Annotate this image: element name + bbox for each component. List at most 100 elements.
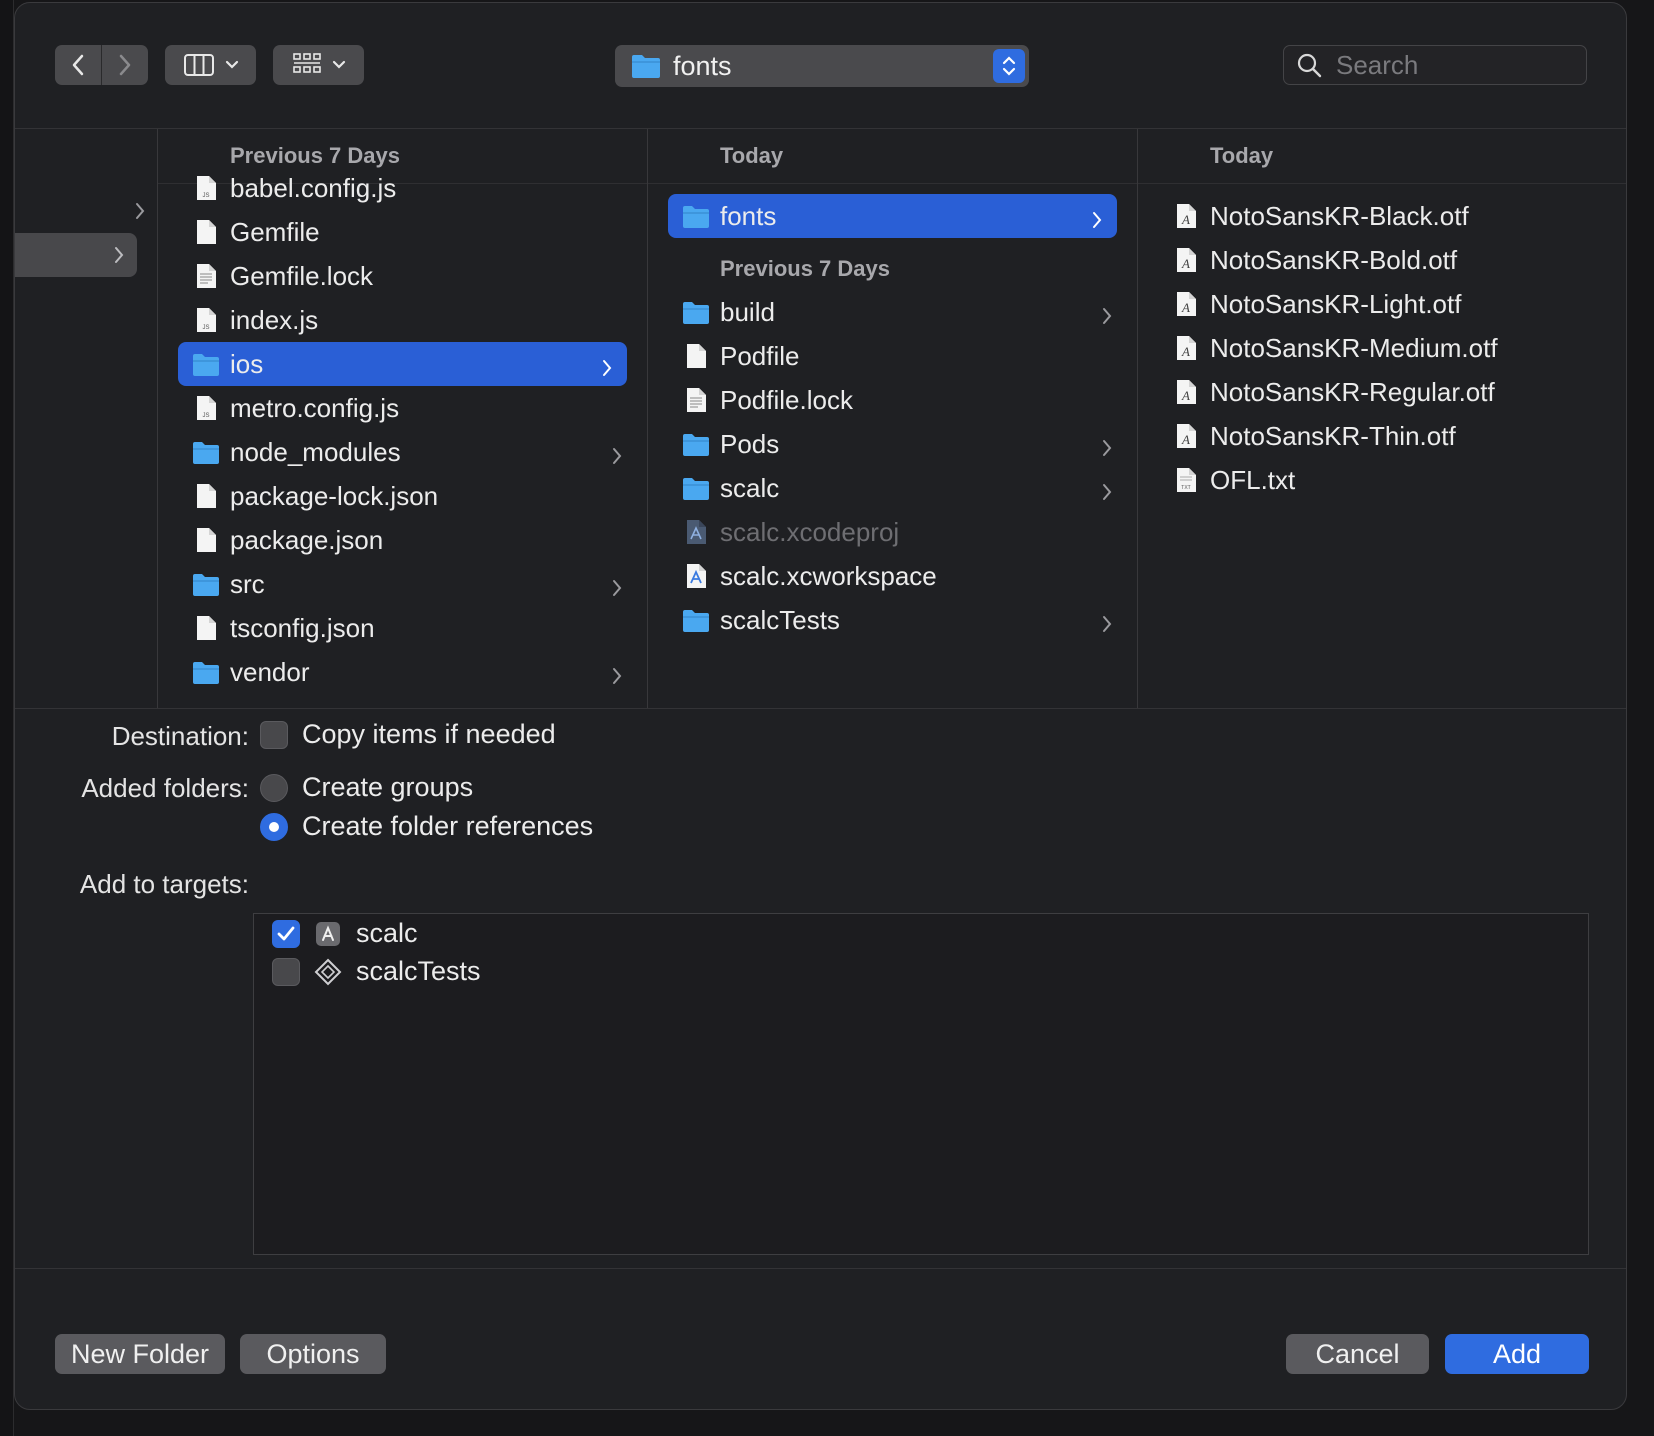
target-row-scalc[interactable]: scalc [272, 918, 418, 949]
new-folder-button[interactable]: New Folder [55, 1334, 225, 1374]
chevron-right-icon [115, 247, 124, 263]
file-icon [192, 218, 220, 246]
copy-items-checkbox[interactable] [260, 720, 288, 749]
column-header: Today [648, 129, 1137, 184]
file-row[interactable]: Gemfile [158, 210, 647, 254]
add-button[interactable]: Add [1445, 1334, 1589, 1374]
font-file-icon: A [1172, 334, 1200, 362]
folder-icon [192, 438, 220, 466]
sidebar-row-selected[interactable] [15, 233, 137, 277]
item-name: scalcTests [720, 604, 840, 635]
folder-icon [682, 298, 710, 326]
column-0 [15, 129, 158, 708]
create-folder-references-radio[interactable] [260, 812, 288, 841]
chevron-down-icon [225, 60, 238, 69]
file-row[interactable]: JS babel.config.js [158, 166, 647, 210]
grid-group-icon [292, 53, 321, 73]
folder-row[interactable]: src [158, 562, 647, 606]
target-scalc-checkbox[interactable] [272, 919, 300, 948]
file-row[interactable]: A NotoSansKR-Black.otf [1138, 194, 1626, 238]
column-browser: Previous 7 Days JS babel.config.js Gemfile… [15, 129, 1626, 709]
file-row[interactable]: A NotoSansKR-Light.otf [1138, 282, 1626, 326]
back-button[interactable] [55, 45, 101, 85]
folder-row[interactable]: ios [178, 342, 627, 386]
options-button[interactable]: Options [240, 1334, 386, 1374]
add-options-panel: Destination: Copy items if needed Added … [15, 709, 1626, 1269]
file-row[interactable]: tsconfig.json [158, 606, 647, 650]
item-name: index.js [230, 304, 319, 335]
svg-text:JS: JS [202, 413, 209, 419]
file-row[interactable]: A NotoSansKR-Thin.otf [1138, 414, 1626, 458]
font-file-icon: A [1172, 290, 1200, 318]
target-name: scalc [356, 918, 418, 948]
file-row[interactable]: scalc.xcworkspace [648, 554, 1137, 598]
svg-text:TXT: TXT [1181, 485, 1190, 491]
background-window-edge [0, 0, 14, 1436]
file-row[interactable]: package.json [158, 518, 647, 562]
folder-row[interactable]: Pods [648, 422, 1137, 466]
folder-icon [682, 606, 710, 634]
file-row[interactable]: Podfile.lock [648, 378, 1137, 422]
xcodeproj-icon [682, 518, 710, 546]
svg-text:A: A [1181, 256, 1190, 271]
copy-items-option[interactable]: Copy items if needed [260, 719, 556, 750]
item-name: scalc [720, 472, 780, 503]
item-name: Gemfile [230, 216, 320, 247]
path-popup-button[interactable]: fonts [615, 45, 1029, 87]
file-row[interactable]: package-lock.json [158, 474, 647, 518]
folder-row[interactable]: fonts [668, 194, 1117, 238]
folder-row[interactable]: scalcTests [648, 598, 1137, 642]
section-header: Previous 7 Days [720, 256, 890, 281]
txt-file-icon: TXT [1172, 466, 1200, 494]
folder-row[interactable]: build [648, 290, 1137, 334]
item-name: src [230, 568, 265, 599]
search-icon [1297, 53, 1322, 78]
file-row[interactable]: JS index.js [158, 298, 647, 342]
target-row-scalcTests[interactable]: scalcTests [272, 956, 481, 987]
checkmark-icon [277, 926, 295, 940]
create-groups-option[interactable]: Create groups [260, 772, 473, 803]
search-input[interactable] [1336, 49, 1576, 81]
column-view-icon [183, 54, 214, 76]
app-target-icon [316, 921, 340, 946]
back-forward-group [55, 45, 148, 85]
folder-icon [682, 430, 710, 458]
create-folder-references-option[interactable]: Create folder references [260, 811, 593, 842]
file-list-today: fonts [648, 194, 1137, 238]
svg-text:A: A [1181, 300, 1190, 315]
view-mode-button[interactable] [165, 45, 256, 85]
item-name: tsconfig.json [230, 612, 375, 643]
file-row[interactable]: A NotoSansKR-Bold.otf [1138, 238, 1626, 282]
item-name: package.json [230, 524, 384, 555]
destination-label: Destination: [111, 721, 249, 751]
column-1: Previous 7 Days JS babel.config.js Gemfile… [158, 129, 648, 708]
folder-row[interactable]: scalc [648, 466, 1137, 510]
folder-icon [192, 570, 220, 598]
file-row[interactable]: TXT OFL.txt [1138, 458, 1626, 502]
file-row[interactable]: Gemfile.lock [158, 254, 647, 298]
file-row[interactable]: A NotoSansKR-Regular.otf [1138, 370, 1626, 414]
file-row[interactable]: JS metro.config.js [158, 386, 647, 430]
forward-button[interactable] [101, 45, 147, 85]
js-file-icon: JS [192, 306, 220, 334]
font-file-icon: A [1172, 202, 1200, 230]
copy-items-label: Copy items if needed [302, 719, 556, 749]
cancel-button[interactable]: Cancel [1286, 1334, 1429, 1374]
group-by-button[interactable] [273, 45, 364, 85]
sidebar-row[interactable] [15, 189, 157, 233]
folder-row[interactable]: vendor [158, 650, 647, 694]
add-files-dialog: fonts Previous 7 Days JS babel.config.js G… [14, 2, 1627, 1410]
item-name: vendor [230, 656, 310, 687]
file-row[interactable]: Podfile [648, 334, 1137, 378]
file-row[interactable]: scalc.xcodeproj [648, 510, 1137, 554]
search-field[interactable] [1283, 45, 1587, 85]
target-scalcTests-checkbox[interactable] [272, 957, 300, 986]
folder-icon [682, 202, 710, 230]
file-icon [682, 342, 710, 370]
create-groups-radio[interactable] [260, 773, 288, 802]
item-name: Podfile.lock [720, 384, 853, 415]
item-name: NotoSansKR-Light.otf [1210, 288, 1462, 319]
folder-row[interactable]: node_modules [158, 430, 647, 474]
file-row[interactable]: A NotoSansKR-Medium.otf [1138, 326, 1626, 370]
item-name: NotoSansKR-Bold.otf [1210, 244, 1458, 275]
